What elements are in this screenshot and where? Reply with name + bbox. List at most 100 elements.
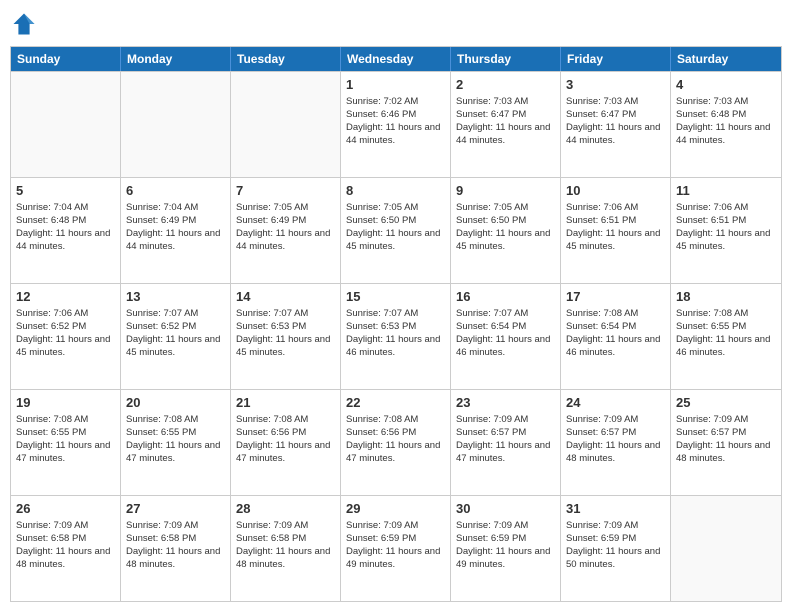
cell-info: Sunrise: 7:09 AM Sunset: 6:58 PM Dayligh… — [236, 520, 335, 571]
day-number: 20 — [126, 394, 225, 412]
cell-info: Sunrise: 7:08 AM Sunset: 6:54 PM Dayligh… — [566, 308, 665, 359]
calendar-cell: 8Sunrise: 7:05 AM Sunset: 6:50 PM Daylig… — [341, 178, 451, 283]
calendar-row-2: 5 Sunrise: 7:04 AM Sunset: 6:48 PM Daylig… — [11, 177, 781, 283]
cell-info: Sunrise: 7:07 AM Sunset: 6:53 PM Dayligh… — [236, 308, 335, 359]
cell-info: Sunrise: 7:09 AM Sunset: 6:59 PM Dayligh… — [346, 520, 445, 571]
day-number: 2 — [456, 76, 555, 94]
day-number: 22 — [346, 394, 445, 412]
weekday-header-friday: Friday — [561, 47, 671, 71]
day-number: 15 — [346, 288, 445, 306]
cell-info: Sunrise: 7:06 AM Sunset: 6:51 PM Dayligh… — [676, 202, 776, 253]
calendar-cell: 24 Sunrise: 7:09 AM Sunset: 6:57 PM Dayli… — [561, 390, 671, 495]
calendar-cell: 7 Sunrise: 7:05 AM Sunset: 6:49 PM Daylig… — [231, 178, 341, 283]
cell-info: Sunrise: 7:05 AM Sunset: 6:50 PM Dayligh… — [456, 202, 555, 253]
cell-info: Sunrise: 7:03 AM Sunset: 6:47 PM Dayligh… — [566, 96, 665, 147]
calendar-row-4: 19 Sunrise: 7:08 AM Sunset: 6:55 PM Dayli… — [11, 389, 781, 495]
day-number: 29 — [346, 500, 445, 518]
calendar-cell: 29 Sunrise: 7:09 AM Sunset: 6:59 PM Dayli… — [341, 496, 451, 601]
calendar-cell: 12 Sunrise: 7:06 AM Sunset: 6:52 PM Dayli… — [11, 284, 121, 389]
calendar-cell: 31 Sunrise: 7:09 AM Sunset: 6:59 PM Dayli… — [561, 496, 671, 601]
calendar-cell: 21 Sunrise: 7:08 AM Sunset: 6:56 PM Dayli… — [231, 390, 341, 495]
day-number: 26 — [16, 500, 115, 518]
day-number: 10 — [566, 182, 665, 200]
calendar-cell: 20 Sunrise: 7:08 AM Sunset: 6:55 PM Dayli… — [121, 390, 231, 495]
cell-info: Sunrise: 7:06 AM Sunset: 6:52 PM Dayligh… — [16, 308, 115, 359]
calendar: SundayMondayTuesdayWednesdayThursdayFrid… — [10, 46, 782, 602]
calendar-cell: 18 Sunrise: 7:08 AM Sunset: 6:55 PM Dayli… — [671, 284, 781, 389]
cell-info: Sunrise: 7:08 AM Sunset: 6:55 PM Dayligh… — [126, 414, 225, 465]
day-number: 27 — [126, 500, 225, 518]
logo-icon — [10, 10, 38, 38]
day-number: 21 — [236, 394, 335, 412]
weekday-header-thursday: Thursday — [451, 47, 561, 71]
calendar-cell: 13 Sunrise: 7:07 AM Sunset: 6:52 PM Dayli… — [121, 284, 231, 389]
calendar-cell: 10 Sunrise: 7:06 AM Sunset: 6:51 PM Dayli… — [561, 178, 671, 283]
weekday-header-wednesday: Wednesday — [341, 47, 451, 71]
cell-info: Sunrise: 7:08 AM Sunset: 6:55 PM Dayligh… — [16, 414, 115, 465]
cell-info: Sunrise: 7:05 AM Sunset: 6:49 PM Dayligh… — [236, 202, 335, 253]
calendar-cell: 22 Sunrise: 7:08 AM Sunset: 6:56 PM Dayli… — [341, 390, 451, 495]
weekday-header-monday: Monday — [121, 47, 231, 71]
calendar-cell: 2 Sunrise: 7:03 AM Sunset: 6:47 PM Daylig… — [451, 72, 561, 177]
cell-info: Sunrise: 7:08 AM Sunset: 6:55 PM Dayligh… — [676, 308, 776, 359]
day-number: 1 — [346, 76, 445, 94]
calendar-cell: 26Sunrise: 7:09 AM Sunset: 6:58 PM Dayli… — [11, 496, 121, 601]
calendar-cell: 4Sunrise: 7:03 AM Sunset: 6:48 PM Daylig… — [671, 72, 781, 177]
day-number: 12 — [16, 288, 115, 306]
cell-info: Sunrise: 7:03 AM Sunset: 6:47 PM Dayligh… — [456, 96, 555, 147]
day-number: 24 — [566, 394, 665, 412]
cell-info: Sunrise: 7:09 AM Sunset: 6:59 PM Dayligh… — [566, 520, 665, 571]
calendar-cell — [231, 72, 341, 177]
cell-info: Sunrise: 7:03 AM Sunset: 6:48 PM Dayligh… — [676, 96, 776, 147]
cell-info: Sunrise: 7:05 AM Sunset: 6:50 PM Dayligh… — [346, 202, 445, 253]
calendar-cell: 15 Sunrise: 7:07 AM Sunset: 6:53 PM Dayli… — [341, 284, 451, 389]
page: SundayMondayTuesdayWednesdayThursdayFrid… — [0, 0, 792, 612]
day-number: 14 — [236, 288, 335, 306]
cell-info: Sunrise: 7:04 AM Sunset: 6:48 PM Dayligh… — [16, 202, 115, 253]
day-number: 6 — [126, 182, 225, 200]
weekday-header-sunday: Sunday — [11, 47, 121, 71]
day-number: 18 — [676, 288, 776, 306]
day-number: 16 — [456, 288, 555, 306]
calendar-row-1: 1Sunrise: 7:02 AM Sunset: 6:46 PM Daylig… — [11, 71, 781, 177]
day-number: 19 — [16, 394, 115, 412]
cell-info: Sunrise: 7:08 AM Sunset: 6:56 PM Dayligh… — [346, 414, 445, 465]
day-number: 9 — [456, 182, 555, 200]
cell-info: Sunrise: 7:08 AM Sunset: 6:56 PM Dayligh… — [236, 414, 335, 465]
calendar-cell: 27 Sunrise: 7:09 AM Sunset: 6:58 PM Dayli… — [121, 496, 231, 601]
cell-info: Sunrise: 7:09 AM Sunset: 6:57 PM Dayligh… — [566, 414, 665, 465]
calendar-body: 1Sunrise: 7:02 AM Sunset: 6:46 PM Daylig… — [11, 71, 781, 601]
calendar-cell: 16 Sunrise: 7:07 AM Sunset: 6:54 PM Dayli… — [451, 284, 561, 389]
logo — [10, 10, 42, 38]
calendar-cell — [121, 72, 231, 177]
cell-info: Sunrise: 7:09 AM Sunset: 6:58 PM Dayligh… — [126, 520, 225, 571]
cell-info: Sunrise: 7:09 AM Sunset: 6:57 PM Dayligh… — [676, 414, 776, 465]
day-number: 5 — [16, 182, 115, 200]
day-number: 31 — [566, 500, 665, 518]
cell-info: Sunrise: 7:07 AM Sunset: 6:52 PM Dayligh… — [126, 308, 225, 359]
cell-info: Sunrise: 7:07 AM Sunset: 6:54 PM Dayligh… — [456, 308, 555, 359]
cell-info: Sunrise: 7:09 AM Sunset: 6:57 PM Dayligh… — [456, 414, 555, 465]
day-number: 28 — [236, 500, 335, 518]
calendar-cell — [11, 72, 121, 177]
day-number: 17 — [566, 288, 665, 306]
calendar-cell: 9 Sunrise: 7:05 AM Sunset: 6:50 PM Daylig… — [451, 178, 561, 283]
day-number: 7 — [236, 182, 335, 200]
calendar-cell: 23 Sunrise: 7:09 AM Sunset: 6:57 PM Dayli… — [451, 390, 561, 495]
cell-info: Sunrise: 7:06 AM Sunset: 6:51 PM Dayligh… — [566, 202, 665, 253]
day-number: 13 — [126, 288, 225, 306]
calendar-header: SundayMondayTuesdayWednesdayThursdayFrid… — [11, 47, 781, 71]
day-number: 25 — [676, 394, 776, 412]
calendar-cell: 11Sunrise: 7:06 AM Sunset: 6:51 PM Dayli… — [671, 178, 781, 283]
cell-info: Sunrise: 7:09 AM Sunset: 6:59 PM Dayligh… — [456, 520, 555, 571]
day-number: 23 — [456, 394, 555, 412]
calendar-cell: 28 Sunrise: 7:09 AM Sunset: 6:58 PM Dayli… — [231, 496, 341, 601]
calendar-cell: 5 Sunrise: 7:04 AM Sunset: 6:48 PM Daylig… — [11, 178, 121, 283]
calendar-cell: 1Sunrise: 7:02 AM Sunset: 6:46 PM Daylig… — [341, 72, 451, 177]
calendar-cell: 17 Sunrise: 7:08 AM Sunset: 6:54 PM Dayli… — [561, 284, 671, 389]
calendar-cell: 14 Sunrise: 7:07 AM Sunset: 6:53 PM Dayli… — [231, 284, 341, 389]
cell-info: Sunrise: 7:07 AM Sunset: 6:53 PM Dayligh… — [346, 308, 445, 359]
calendar-cell: 6Sunrise: 7:04 AM Sunset: 6:49 PM Daylig… — [121, 178, 231, 283]
calendar-cell: 19 Sunrise: 7:08 AM Sunset: 6:55 PM Dayli… — [11, 390, 121, 495]
calendar-cell: 25 Sunrise: 7:09 AM Sunset: 6:57 PM Dayli… — [671, 390, 781, 495]
